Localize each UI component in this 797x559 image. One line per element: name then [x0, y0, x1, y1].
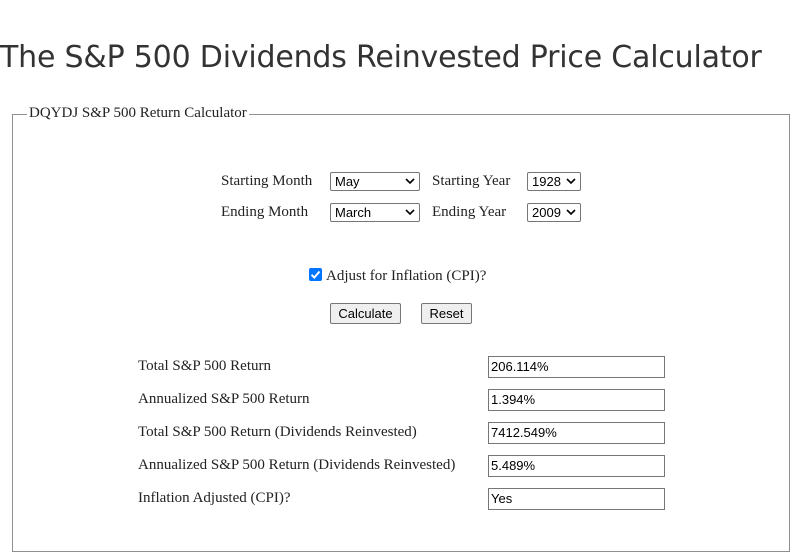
calculator-legend: DQYDJ S&P 500 Return Calculator — [27, 105, 249, 122]
ending-year-value: 2009 — [532, 205, 561, 220]
total-return-label: Total S&P 500 Return — [138, 358, 271, 374]
chevron-down-icon — [405, 178, 415, 185]
ending-month-value: March — [335, 205, 372, 220]
starting-month-label: Starting Month — [221, 173, 313, 189]
annualized-return-dividends-label: Annualized S&P 500 Return (Dividends Rei… — [138, 457, 456, 473]
starting-year-label: Starting Year — [432, 173, 511, 189]
calculate-button[interactable]: Calculate — [330, 303, 401, 324]
page-title: The S&P 500 Dividends Reinvested Price C… — [0, 40, 762, 75]
total-return-dividends-label: Total S&P 500 Return (Dividends Reinvest… — [138, 424, 417, 440]
inflation-checkbox[interactable] — [309, 268, 322, 281]
ending-year-label: Ending Year — [432, 204, 507, 220]
chevron-down-icon — [405, 209, 415, 216]
total-return-field[interactable]: 206.114% — [488, 356, 665, 378]
annualized-return-field[interactable]: 1.394% — [488, 389, 665, 411]
starting-month-value: May — [335, 174, 360, 189]
ending-month-select[interactable]: March — [330, 203, 420, 222]
checkmark-icon — [310, 270, 321, 279]
inflation-checkbox-label: Adjust for Inflation (CPI)? — [326, 268, 487, 284]
total-return-dividends-field[interactable]: 7412.549% — [488, 422, 665, 444]
inflation-adjusted-field[interactable]: Yes — [488, 488, 665, 510]
chevron-down-icon — [566, 209, 576, 216]
chevron-down-icon — [566, 178, 576, 185]
ending-year-select[interactable]: 2009 — [527, 203, 581, 222]
reset-button[interactable]: Reset — [421, 303, 472, 324]
annualized-return-label: Annualized S&P 500 Return — [138, 391, 310, 407]
ending-month-label: Ending Month — [221, 204, 309, 220]
inflation-adjusted-label: Inflation Adjusted (CPI)? — [138, 490, 291, 506]
starting-year-select[interactable]: 1928 — [527, 172, 581, 191]
starting-year-value: 1928 — [532, 174, 561, 189]
starting-month-select[interactable]: May — [330, 172, 420, 191]
annualized-return-dividends-field[interactable]: 5.489% — [488, 455, 665, 477]
